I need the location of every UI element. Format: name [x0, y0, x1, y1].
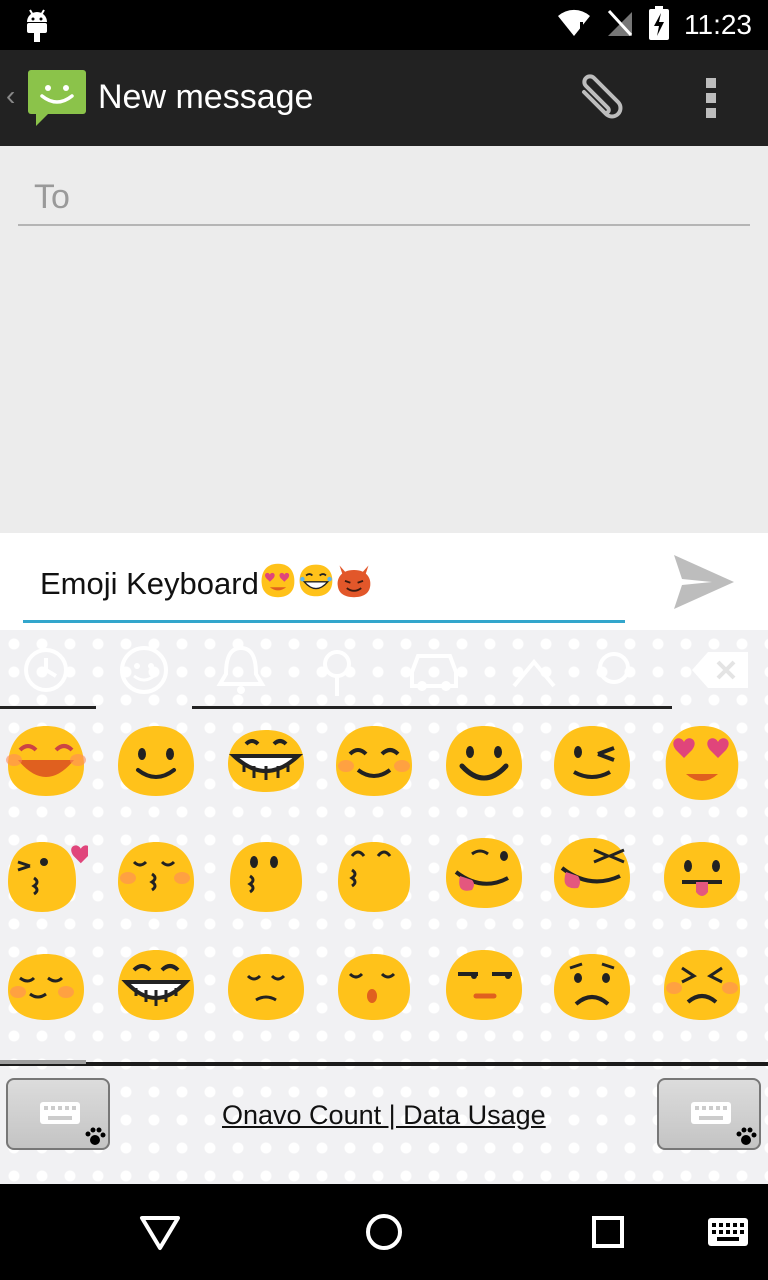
message-text: Emoji Keyboard	[40, 566, 259, 601]
inline-emoji-devil	[335, 561, 373, 607]
page-title: New message	[98, 78, 314, 116]
winking-face[interactable]	[550, 720, 634, 804]
home-circle-icon[interactable]	[364, 1212, 404, 1256]
messaging-app-icon[interactable]	[26, 68, 88, 132]
laughing-face[interactable]	[4, 720, 88, 804]
tongue-winking-face[interactable]	[442, 832, 526, 916]
kissing-face[interactable]	[224, 832, 308, 916]
tab-indicator-left	[0, 706, 96, 709]
action-bar: ‹ New message	[0, 50, 768, 146]
compose-bar: Emoji Keyboard	[0, 533, 768, 630]
disappointed-face[interactable]	[550, 944, 634, 1028]
heart-eyes-face[interactable]	[660, 720, 744, 804]
unamused-face[interactable]	[442, 944, 526, 1028]
kissing-smiling-eyes-face[interactable]	[332, 832, 416, 916]
keyboard-icon[interactable]	[706, 1216, 750, 1254]
flower-icon[interactable]	[312, 642, 362, 702]
android-debug-icon	[22, 8, 52, 46]
wifi-icon	[556, 8, 592, 42]
recipient-placeholder: To	[34, 178, 70, 216]
bell-icon[interactable]	[216, 642, 266, 702]
smiling-face[interactable]	[114, 720, 198, 804]
recipient-field[interactable]: To	[18, 174, 750, 226]
emoji-keyboard: Onavo Count | Data Usage	[0, 630, 768, 1184]
keyboard-switch-left[interactable]	[6, 1078, 110, 1150]
kissing-closed-eyes-face[interactable]	[114, 832, 198, 916]
overflow-menu-icon[interactable]	[700, 76, 724, 124]
page-indicator	[0, 1060, 86, 1064]
navigation-bar	[0, 1184, 768, 1280]
recents-square-icon[interactable]	[590, 1212, 626, 1256]
ad-link[interactable]: Onavo Count | Data Usage	[222, 1100, 546, 1131]
big-grin-face[interactable]	[114, 944, 198, 1028]
paw-icon	[84, 1126, 106, 1152]
happy-face[interactable]	[442, 720, 526, 804]
recipient-area: To	[0, 146, 768, 533]
battery-charging-icon	[648, 6, 670, 44]
recent-icon[interactable]	[18, 642, 74, 702]
emoji-grid	[0, 720, 768, 1060]
sleepy-kiss-face[interactable]	[332, 944, 416, 1028]
pensive-face[interactable]	[224, 944, 308, 1028]
persevering-face[interactable]	[660, 944, 744, 1028]
back-triangle-icon[interactable]	[138, 1212, 182, 1256]
smiley-icon[interactable]	[116, 642, 172, 702]
relieved-face[interactable]	[4, 944, 88, 1028]
tongue-face[interactable]	[660, 832, 744, 916]
emoji-category-tabs	[0, 630, 768, 710]
message-input[interactable]: Emoji Keyboard	[23, 543, 625, 623]
no-signal-icon	[606, 8, 634, 42]
blushing-face[interactable]	[332, 720, 416, 804]
send-icon[interactable]	[672, 553, 736, 615]
back-icon[interactable]: ‹	[6, 80, 15, 112]
attach-icon[interactable]	[570, 72, 630, 132]
car-icon[interactable]	[404, 642, 464, 702]
paw-icon	[735, 1126, 757, 1152]
backspace-icon[interactable]	[690, 648, 750, 696]
tab-indicator-right	[192, 706, 672, 709]
tongue-closed-eyes-face[interactable]	[550, 832, 634, 916]
kissing-heart-face[interactable]	[4, 832, 88, 916]
inline-emoji-heart-eyes	[259, 561, 297, 607]
grinning-face[interactable]	[224, 720, 308, 804]
page-divider	[0, 1060, 768, 1066]
inline-emoji-grin-tears	[297, 561, 335, 607]
keyboard-switch-right[interactable]	[657, 1078, 761, 1150]
status-bar: 11:23	[0, 0, 768, 50]
symbols-icon[interactable]	[504, 642, 634, 702]
clock: 11:23	[684, 9, 752, 40]
